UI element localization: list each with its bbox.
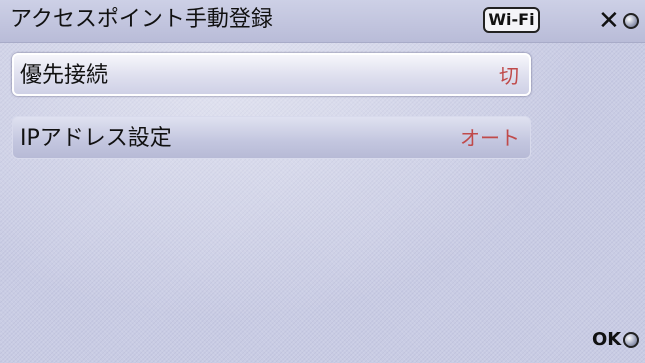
title-bar: アクセスポイント手動登録 Wi-Fi ✕: [0, 0, 645, 43]
round-button-icon: [623, 13, 639, 29]
setting-row-ip-address[interactable]: IPアドレス設定 オート: [12, 116, 531, 159]
setting-label: 優先接続: [20, 63, 109, 88]
setting-label: IPアドレス設定: [20, 126, 172, 151]
page-title: アクセスポイント手動登録: [10, 7, 273, 32]
setting-row-priority-connection[interactable]: 優先接続 切: [12, 53, 531, 96]
ok-label: OK: [592, 329, 622, 350]
setting-value: 切: [499, 64, 519, 88]
close-button[interactable]: ✕: [598, 8, 642, 34]
round-button-icon: [623, 332, 639, 348]
wifi-badge: Wi-Fi: [483, 7, 540, 33]
ok-button[interactable]: OK: [592, 328, 642, 352]
setting-value: オート: [460, 126, 520, 150]
close-icon: ✕: [598, 6, 620, 36]
